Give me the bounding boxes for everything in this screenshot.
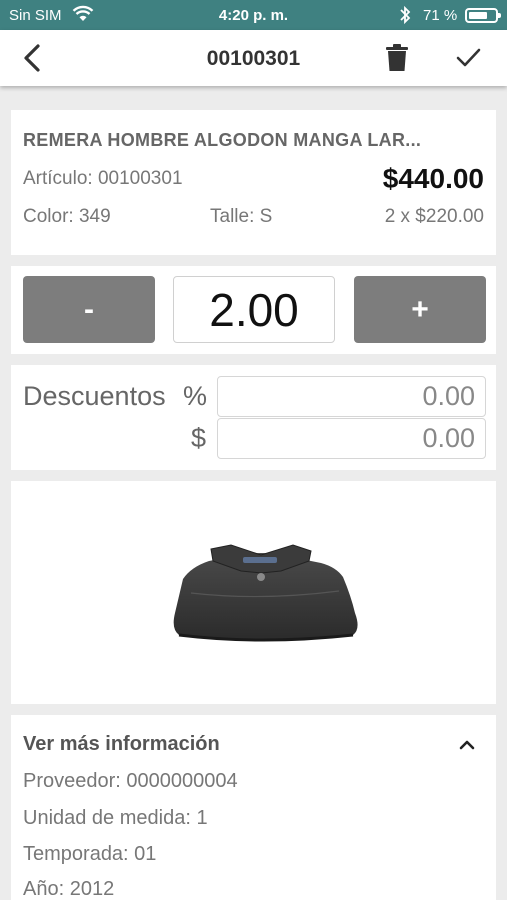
- unit-price-line: 2 x $220.00: [384, 206, 484, 227]
- product-summary-card: REMERA HOMBRE ALGODON MANGA LAR... Artíc…: [11, 110, 496, 255]
- navigation-bar: 00100301: [0, 30, 507, 86]
- color-code: Color: 349: [23, 206, 111, 227]
- article-code: Artículo: 00100301: [23, 168, 183, 189]
- product-name: REMERA HOMBRE ALGODON MANGA LAR...: [23, 130, 422, 150]
- battery-percent: 71 %: [423, 7, 458, 24]
- quantity-field[interactable]: 2.00: [173, 276, 335, 343]
- shirt-image: [173, 544, 358, 642]
- quantity-stepper: - 2.00 +: [11, 266, 496, 354]
- more-info-header[interactable]: Ver más información: [23, 733, 220, 756]
- info-row-supplier: Proveedor: 0000000004: [23, 770, 238, 792]
- battery-level: [469, 12, 487, 19]
- amount-symbol: $: [191, 423, 207, 453]
- product-image-card: [11, 481, 496, 704]
- total-price: $440.00: [382, 163, 484, 194]
- discounts-label: Descuentos: [23, 381, 166, 411]
- info-row-year: Año: 2012: [23, 878, 115, 900]
- discount-amount-field[interactable]: 0.00: [217, 418, 486, 459]
- info-row-season: Temporada: 01: [23, 843, 157, 865]
- info-row-unit: Unidad de medida: 1: [23, 807, 208, 829]
- percent-symbol: %: [183, 381, 208, 411]
- status-bar: Sin SIM 4:20 p. m. 71 %: [0, 0, 507, 30]
- discount-percent-field[interactable]: 0.00: [217, 376, 486, 417]
- decrement-button[interactable]: -: [23, 276, 155, 343]
- page-title: 00100301: [206, 47, 301, 70]
- increment-button[interactable]: +: [354, 276, 486, 343]
- chevron-up-icon[interactable]: [457, 737, 477, 751]
- discounts-card: Descuentos % 0.00 $ 0.00: [11, 365, 496, 470]
- battery-icon: [465, 8, 501, 23]
- checkmark-icon[interactable]: [452, 44, 484, 72]
- bluetooth-icon: [400, 5, 411, 25]
- more-info-card: Ver más información Proveedor: 000000000…: [11, 715, 496, 900]
- trash-icon[interactable]: [384, 43, 410, 73]
- size-label: Talle: S: [210, 206, 273, 227]
